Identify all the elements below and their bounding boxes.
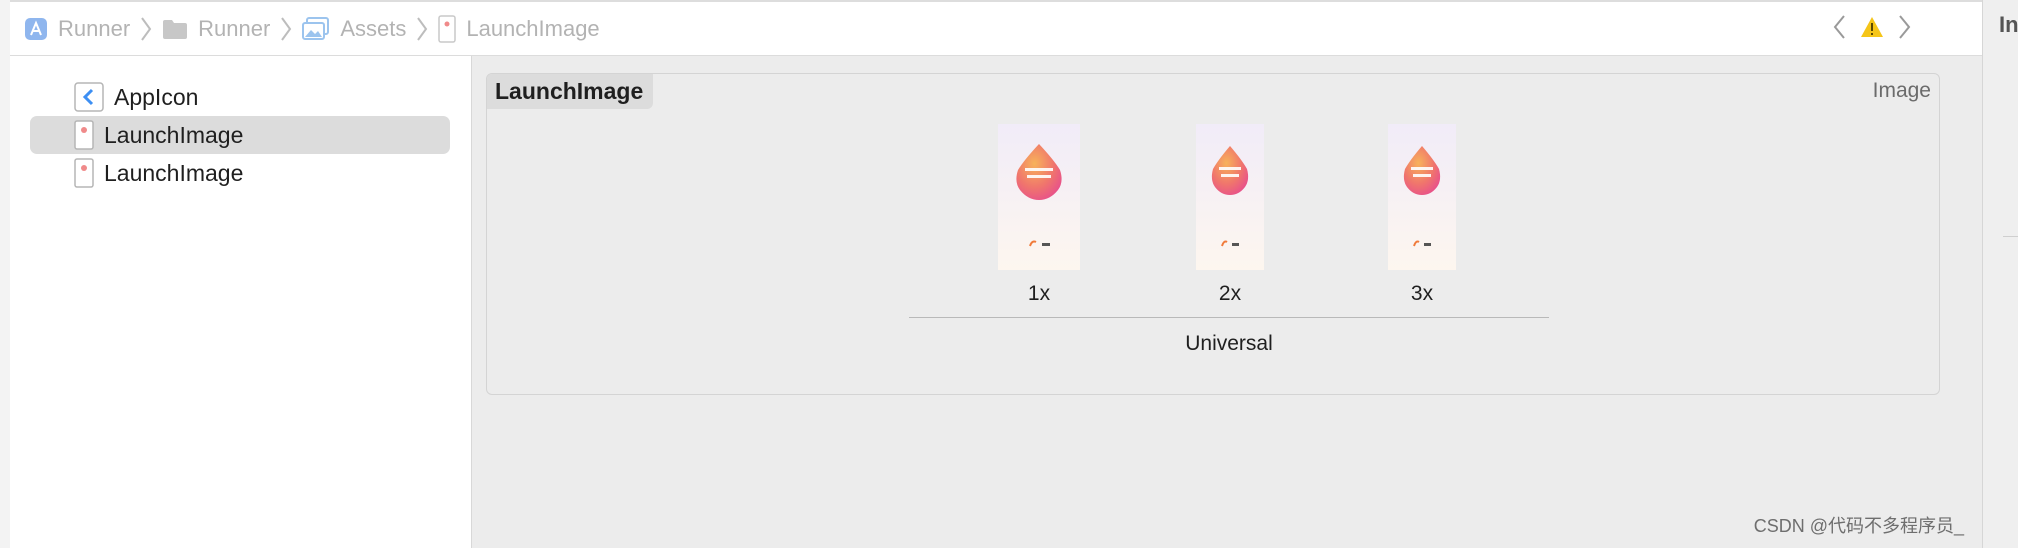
jump-bar: Runner Runner Assets LaunchImage xyxy=(10,0,1982,56)
image-set-title[interactable]: LaunchImage xyxy=(487,74,654,109)
inspector-divider xyxy=(2003,236,2018,237)
chevron-right-icon xyxy=(416,16,428,42)
nav-item-launchimage[interactable]: LaunchImage xyxy=(30,154,450,192)
app-icon-set-icon xyxy=(74,82,104,112)
image-slot-1x[interactable]: 1x xyxy=(989,124,1089,306)
chevron-right-icon xyxy=(140,16,152,42)
nav-item-appicon[interactable]: AppIcon xyxy=(30,78,450,116)
launch-image-thumbnail xyxy=(1388,124,1456,270)
chevron-right-icon xyxy=(280,16,292,42)
chevron-right-icon[interactable] xyxy=(1898,14,1912,45)
device-group-divider xyxy=(909,317,1549,318)
image-set-editor: LaunchImage Image 1x 2x 3x Universal CSD… xyxy=(472,56,1982,548)
slot-scale-label: 1x xyxy=(1027,282,1051,305)
chevron-left-icon[interactable] xyxy=(1832,14,1846,45)
breadcrumb-item-assets[interactable]: Assets xyxy=(302,16,406,42)
inspector-title: In xyxy=(1999,12,2018,37)
xcode-project-icon xyxy=(24,17,48,41)
breadcrumb-item-launchimage[interactable]: LaunchImage xyxy=(438,15,600,43)
nav-item-label: AppIcon xyxy=(114,83,199,110)
inspector-panel: In xyxy=(1982,0,2018,548)
breadcrumb-label: Runner xyxy=(58,16,131,41)
image-set-box: LaunchImage Image 1x 2x 3x Universal xyxy=(486,73,1940,395)
nav-item-launchimage-selected[interactable]: LaunchImage xyxy=(30,116,450,154)
asset-navigator: AppIcon LaunchImage LaunchImage xyxy=(10,56,472,548)
slot-scale-label: 2x xyxy=(1218,282,1242,305)
launch-image-thumbnail xyxy=(1196,124,1264,270)
breadcrumb: Runner Runner Assets LaunchImage xyxy=(24,2,600,56)
breadcrumb-label: LaunchImage xyxy=(466,16,600,41)
jump-bar-controls xyxy=(1832,2,1912,56)
main-area: Runner Runner Assets LaunchImage AppIcon… xyxy=(10,0,1982,548)
device-group-label: Universal xyxy=(1185,332,1273,355)
asset-catalog-icon xyxy=(302,17,330,41)
image-set-icon xyxy=(74,158,94,188)
watermark: CSDN @代码不多程序员_ xyxy=(1753,516,1964,536)
image-set-icon xyxy=(438,15,457,43)
folder-icon xyxy=(162,18,188,40)
breadcrumb-label: Runner xyxy=(198,16,271,41)
image-set-type: Image xyxy=(1872,79,1931,102)
launch-image-thumbnail xyxy=(998,124,1080,270)
breadcrumb-item-folder[interactable]: Runner xyxy=(162,16,270,42)
image-slot-2x[interactable]: 2x xyxy=(1180,124,1280,306)
nav-item-label: LaunchImage xyxy=(104,159,244,186)
breadcrumb-label: Assets xyxy=(340,16,407,41)
nav-item-label: LaunchImage xyxy=(104,121,244,148)
image-slot-3x[interactable]: 3x xyxy=(1372,124,1472,306)
warning-icon[interactable] xyxy=(1860,16,1884,43)
xcode-window: Runner Runner Assets LaunchImage AppIcon… xyxy=(0,0,2018,548)
slot-scale-label: 3x xyxy=(1410,282,1434,305)
breadcrumb-item-project[interactable]: Runner xyxy=(24,16,130,42)
image-set-icon xyxy=(74,120,94,150)
